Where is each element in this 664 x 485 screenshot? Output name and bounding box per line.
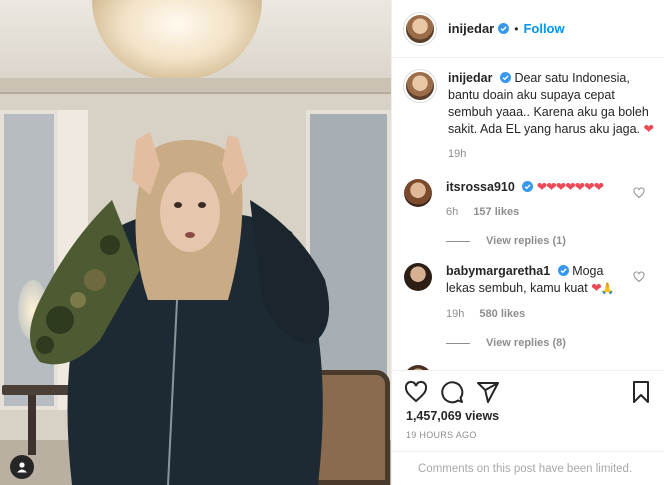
comment: babymargaretha1 Moga lekas sembuh, kamu … bbox=[404, 263, 653, 323]
action-icons bbox=[404, 380, 653, 404]
comment-icon[interactable] bbox=[440, 380, 464, 404]
heart-emoji: ❤ bbox=[591, 281, 602, 295]
user-tag-icon[interactable] bbox=[10, 455, 34, 479]
verified-badge-icon bbox=[557, 265, 569, 276]
replies-line bbox=[446, 342, 470, 344]
comment-body: itsrossa910 ❤❤❤❤❤❤❤ 6h 157 likes bbox=[446, 179, 626, 221]
comments-limited-notice: Comments on this post have been limited. bbox=[392, 451, 664, 485]
heart-emoji: ❤ bbox=[643, 122, 655, 136]
comment-like-heart-icon[interactable] bbox=[633, 271, 645, 283]
comment-meta: 6h 157 likes bbox=[446, 204, 626, 221]
pray-emoji: 🙏 bbox=[600, 283, 615, 295]
verified-badge-icon bbox=[522, 181, 534, 192]
post-timestamp[interactable]: 19 HOURS AGO bbox=[406, 430, 477, 440]
comment-like-heart-icon[interactable] bbox=[633, 187, 645, 199]
post-sidebar: inijedar • Follow inijedar Dear satu Ind… bbox=[391, 0, 664, 485]
comment-time[interactable]: 19h bbox=[446, 308, 464, 320]
separator-dot: • bbox=[514, 21, 519, 36]
comment-likes[interactable]: 157 likes bbox=[473, 206, 519, 218]
follow-button[interactable]: Follow bbox=[523, 21, 564, 36]
caption-time[interactable]: 19h bbox=[448, 146, 653, 163]
commenter-avatar[interactable] bbox=[404, 179, 432, 207]
comment-meta: 19h 580 likes bbox=[446, 306, 626, 323]
author-avatar[interactable] bbox=[404, 12, 436, 45]
comment-text: ❤❤❤❤❤❤❤ bbox=[536, 180, 604, 194]
actions-section: 1,457,069 views 19 HOURS AGO Comments on… bbox=[392, 370, 664, 485]
comment-time[interactable]: 6h bbox=[446, 206, 458, 218]
caption-body: inijedar Dear satu Indonesia, bantu doai… bbox=[448, 70, 655, 163]
view-replies-label: View replies (8) bbox=[486, 337, 566, 349]
commenter-avatar[interactable] bbox=[404, 263, 432, 291]
comments-section: inijedar Dear satu Indonesia, bantu doai… bbox=[392, 58, 664, 370]
share-icon[interactable] bbox=[476, 380, 500, 404]
caption-avatar[interactable] bbox=[404, 70, 436, 102]
comment-username[interactable]: itsrossa910 bbox=[446, 180, 515, 194]
caption-username[interactable]: inijedar bbox=[448, 71, 492, 85]
heart-icon[interactable] bbox=[404, 380, 428, 404]
view-replies-label: View replies (1) bbox=[486, 235, 566, 247]
comment-likes[interactable]: 580 likes bbox=[479, 308, 525, 320]
post-header: inijedar • Follow bbox=[392, 0, 664, 58]
person-figure bbox=[30, 132, 330, 485]
view-replies-button[interactable]: View replies (8) bbox=[446, 337, 653, 349]
author-username[interactable]: inijedar bbox=[448, 21, 494, 36]
post-caption: inijedar Dear satu Indonesia, bantu doai… bbox=[404, 70, 655, 163]
replies-line bbox=[446, 240, 470, 242]
view-replies-button[interactable]: View replies (1) bbox=[446, 235, 653, 247]
comment-body: babymargaretha1 Moga lekas sembuh, kamu … bbox=[446, 263, 626, 323]
comment: itsrossa910 ❤❤❤❤❤❤❤ 6h 157 likes bbox=[404, 179, 653, 221]
verified-badge-icon bbox=[498, 23, 510, 34]
bookmark-icon[interactable] bbox=[629, 380, 653, 404]
view-count[interactable]: 1,457,069 views bbox=[406, 409, 499, 423]
post-media[interactable] bbox=[0, 0, 391, 485]
verified-badge-icon bbox=[499, 72, 511, 83]
comment-username[interactable]: babymargaretha1 bbox=[446, 264, 550, 278]
